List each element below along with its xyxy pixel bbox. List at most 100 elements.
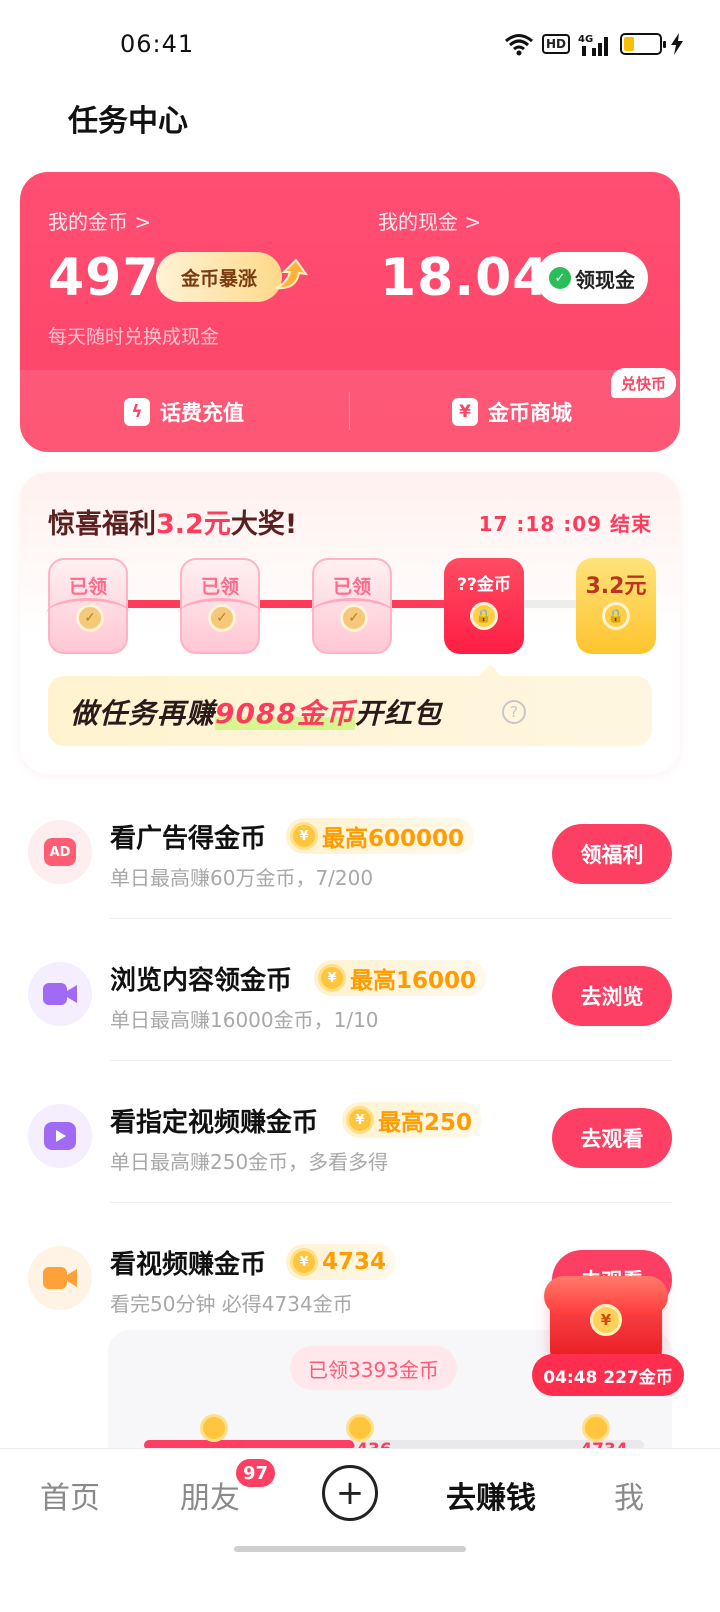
coin-boost-button[interactable]: 金币暴涨 bbox=[156, 252, 282, 302]
claim-welfare-button[interactable]: 领福利 bbox=[552, 824, 672, 884]
red-envelope-locked[interactable]: ??金币 🔒 bbox=[444, 558, 524, 654]
prize-title: 惊喜福利3.2元大奖! bbox=[48, 502, 297, 541]
my-cash-link[interactable]: 我的现金 > bbox=[378, 206, 481, 235]
coin-mall-button[interactable]: ¥ 金币商城 bbox=[452, 392, 572, 432]
envelope-label: 3.2元 bbox=[585, 574, 647, 599]
check-icon: ✓ bbox=[76, 604, 104, 632]
check-icon: ✓ bbox=[340, 604, 368, 632]
withdraw-cash-button[interactable]: ✓ 领现金 bbox=[536, 252, 648, 304]
prize-title-amount: 3.2元 bbox=[156, 509, 231, 540]
coins-value: 497 bbox=[48, 248, 160, 308]
envelope-label: ??金币 bbox=[457, 575, 511, 595]
withdraw-label: 领现金 bbox=[575, 267, 635, 292]
friends-badge: 97 bbox=[234, 1457, 278, 1489]
wechat-check-icon: ✓ bbox=[549, 267, 571, 289]
coin-icon bbox=[582, 1414, 610, 1442]
exchange-hint: 每天随时兑换成现金 bbox=[48, 326, 220, 348]
add-button[interactable]: + bbox=[322, 1465, 378, 1521]
play-icon-glyph bbox=[44, 1122, 76, 1150]
camera-icon-glyph bbox=[43, 983, 77, 1005]
milestone-node: 3436 bbox=[344, 1414, 392, 1460]
page-title: 任务中心 bbox=[68, 104, 188, 139]
signal-icon: 4G bbox=[578, 34, 608, 56]
wifi-icon bbox=[505, 34, 533, 56]
task-title: 看指定视频赚金币 bbox=[110, 1108, 319, 1138]
coin-icon bbox=[200, 1414, 228, 1442]
hd-icon: HD bbox=[541, 34, 570, 54]
banner-suffix: 开红包 bbox=[354, 697, 442, 730]
task-subtitle: 看完50分钟 必得4734金币 bbox=[110, 1292, 353, 1316]
banner-prefix: 做任务再赚 bbox=[70, 697, 216, 730]
task-reward-badge: ¥ 4734 bbox=[286, 1244, 397, 1280]
ad-icon-label: AD bbox=[44, 838, 76, 866]
task-reward: 最高16000 bbox=[350, 968, 477, 994]
status-time: 06:41 bbox=[120, 30, 195, 58]
task-reward-badge: ¥ 最高16000 bbox=[314, 960, 487, 996]
envelope-label: 已领 bbox=[332, 576, 371, 598]
help-icon[interactable]: ? bbox=[502, 700, 526, 724]
bottom-tabbar: 首页 朋友 97 + 去赚钱 我 bbox=[0, 1448, 720, 1612]
prize-countdown: 17 :18 :09 结束 bbox=[478, 512, 652, 536]
fast-coin-badge: 兑快币 bbox=[610, 368, 676, 398]
coin-icon: ¥ bbox=[318, 964, 346, 992]
divider bbox=[110, 1202, 672, 1203]
phone-recharge-button[interactable]: ϟ 话费充值 bbox=[124, 392, 244, 432]
status-bar: 06:41 HD 4G bbox=[0, 0, 720, 90]
claimed-coins-tip: 已领3393金币 bbox=[290, 1346, 457, 1390]
tab-earn[interactable]: 去赚钱 bbox=[446, 1473, 536, 1517]
phone-recharge-label: 话费充值 bbox=[160, 401, 244, 425]
divider bbox=[110, 918, 672, 919]
task-subtitle: 单日最高赚16000金币，1/10 bbox=[110, 1008, 379, 1032]
svg-text:4G: 4G bbox=[578, 34, 593, 45]
charging-icon bbox=[671, 33, 683, 55]
camera-icon bbox=[28, 962, 92, 1026]
plus-icon: + bbox=[335, 1473, 365, 1513]
milestone-node: 3006 bbox=[198, 1414, 246, 1460]
banner-amount: 9088金币 bbox=[215, 697, 355, 730]
floating-packet-timer[interactable]: 04:48 227金币 bbox=[532, 1354, 684, 1396]
task-reward-badge: ¥ 最高600000 bbox=[286, 818, 475, 854]
envelope-label: 已领 bbox=[68, 576, 107, 598]
yuan-coin-icon: ¥ bbox=[590, 1304, 622, 1336]
coins-card: 我的金币 > 497 金币暴涨 我的现金 > 18.04 ✓ 领现金 每天随时兑… bbox=[20, 172, 680, 452]
tab-home[interactable]: 首页 bbox=[40, 1473, 100, 1517]
divider bbox=[110, 1060, 672, 1061]
play-icon bbox=[28, 1104, 92, 1168]
watch-button[interactable]: 去观看 bbox=[552, 1108, 672, 1168]
envelope-label: 已领 bbox=[200, 576, 239, 598]
task-reward: 最高250 bbox=[378, 1110, 473, 1136]
task-subtitle: 单日最高赚250金币，多看多得 bbox=[110, 1150, 389, 1174]
video-icon bbox=[28, 1246, 92, 1310]
task-earn-banner: 做任务再赚9088金币开红包 ? bbox=[48, 676, 652, 746]
tab-friends[interactable]: 朋友 bbox=[180, 1473, 240, 1517]
ad-icon: AD bbox=[28, 820, 92, 884]
surprise-prize-card: 惊喜福利3.2元大奖! 17 :18 :09 结束 已领 ✓ 已领 ✓ 已领 ✓… bbox=[20, 472, 680, 774]
task-title: 浏览内容领金币 bbox=[110, 966, 293, 996]
red-envelope-claimed[interactable]: 已领 ✓ bbox=[310, 558, 394, 654]
my-coins-link[interactable]: 我的金币 > bbox=[48, 206, 151, 235]
arrow-up-icon bbox=[275, 258, 309, 290]
task-earn-text: 做任务再赚9088金币开红包 bbox=[70, 692, 442, 732]
ticket-icon: ¥ bbox=[452, 398, 478, 426]
lightning-icon: ϟ bbox=[124, 398, 150, 426]
cash-value: 18.04 bbox=[380, 248, 550, 308]
task-reward-badge: ¥ 最高250 bbox=[342, 1102, 483, 1138]
red-envelope-claimed[interactable]: 已领 ✓ bbox=[178, 558, 262, 654]
grand-prize-envelope[interactable]: 3.2元 🔒 bbox=[576, 558, 656, 654]
card-bottom-bar bbox=[20, 370, 680, 452]
home-indicator[interactable] bbox=[234, 1546, 466, 1552]
prize-title-prefix: 惊喜福利 bbox=[48, 509, 156, 540]
prize-title-suffix: 大奖! bbox=[230, 509, 298, 540]
prize-progress-fill bbox=[110, 600, 474, 608]
coin-icon: ¥ bbox=[290, 1248, 318, 1276]
coin-icon bbox=[346, 1414, 374, 1442]
browse-button[interactable]: 去浏览 bbox=[552, 966, 672, 1026]
task-title: 看视频赚金币 bbox=[110, 1250, 267, 1280]
tab-me[interactable]: 我 bbox=[614, 1473, 644, 1517]
coin-mall-label: 金币商城 bbox=[488, 401, 572, 425]
divider bbox=[349, 392, 350, 430]
task-watch-specified-video: 看指定视频赚金币 ¥ 最高250 单日最高赚250金币，多看多得 去观看 bbox=[0, 1094, 720, 1236]
coin-boost-label: 金币暴涨 bbox=[180, 267, 257, 290]
task-subtitle: 单日最高赚60万金币，7/200 bbox=[110, 866, 374, 890]
red-envelope-claimed[interactable]: 已领 ✓ bbox=[46, 558, 130, 654]
